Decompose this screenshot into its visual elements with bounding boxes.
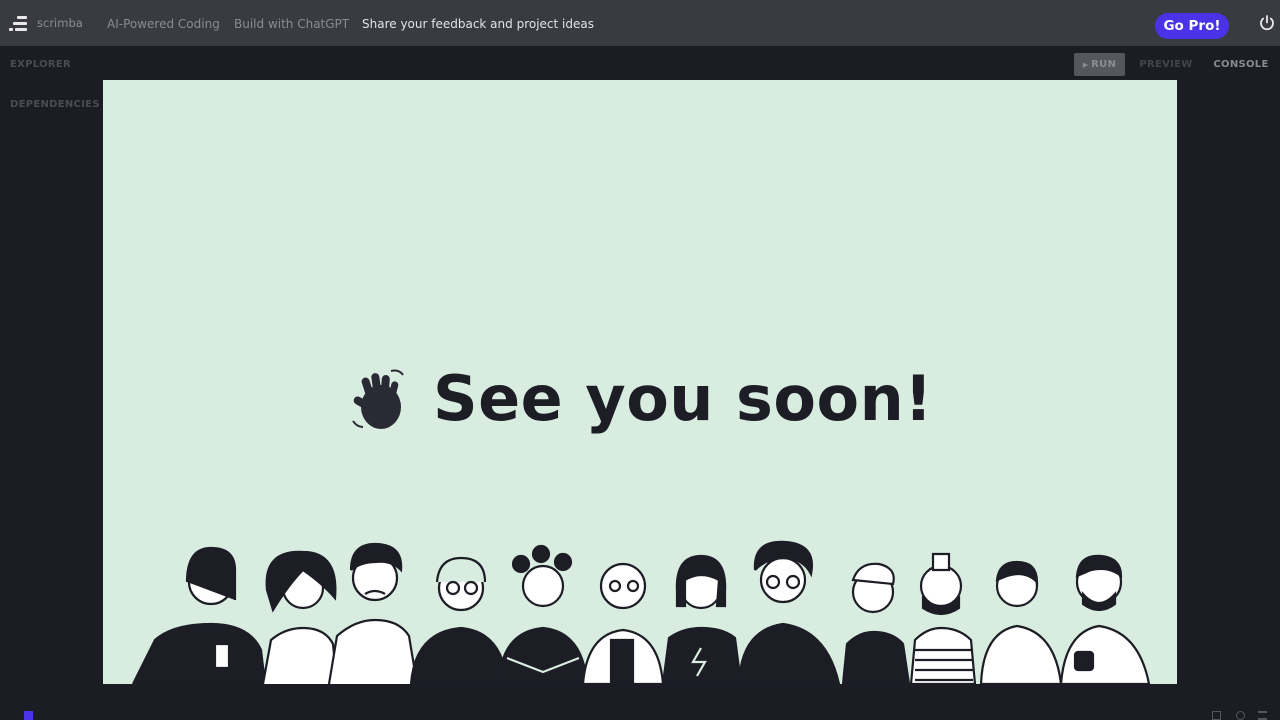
tab-run[interactable]: ▶ RUN <box>1074 53 1125 76</box>
people-crowd-illustration <box>132 540 1151 684</box>
sidebar-item-dependencies[interactable]: DEPENDENCIES <box>10 99 100 110</box>
scrimba-logo-icon <box>9 15 29 31</box>
go-pro-button[interactable]: Go Pro! <box>1155 13 1229 39</box>
nav-build-with-chatgpt[interactable]: Build with ChatGPT <box>234 17 349 31</box>
nav-share-feedback[interactable]: Share your feedback and project ideas <box>362 17 594 31</box>
waving-hand-icon <box>352 369 404 429</box>
tab-run-label: RUN <box>1091 59 1117 70</box>
brand-name: scrimba <box>37 16 83 30</box>
top-bar: scrimba AI-Powered Coding Build with Cha… <box>0 0 1280 46</box>
menu-icon[interactable] <box>1258 711 1267 720</box>
sidebar-item-explorer[interactable]: EXPLORER <box>10 59 71 70</box>
layout-icon[interactable] <box>24 711 33 720</box>
play-icon: ▶ <box>1082 61 1092 69</box>
headline-text: See you soon! <box>432 362 934 435</box>
power-icon[interactable] <box>1258 14 1276 32</box>
settings-icon[interactable] <box>1236 711 1245 720</box>
preview-pane: See you soon! <box>103 80 1177 684</box>
tab-preview[interactable]: PREVIEW <box>1136 59 1196 70</box>
bottom-bar <box>0 702 1280 720</box>
square-icon[interactable] <box>1212 711 1221 720</box>
brand-logo[interactable]: scrimba <box>9 15 83 31</box>
tab-console[interactable]: CONSOLE <box>1205 59 1277 70</box>
headline-row: See you soon! <box>103 362 1177 435</box>
nav-ai-powered-coding[interactable]: AI-Powered Coding <box>107 17 220 31</box>
